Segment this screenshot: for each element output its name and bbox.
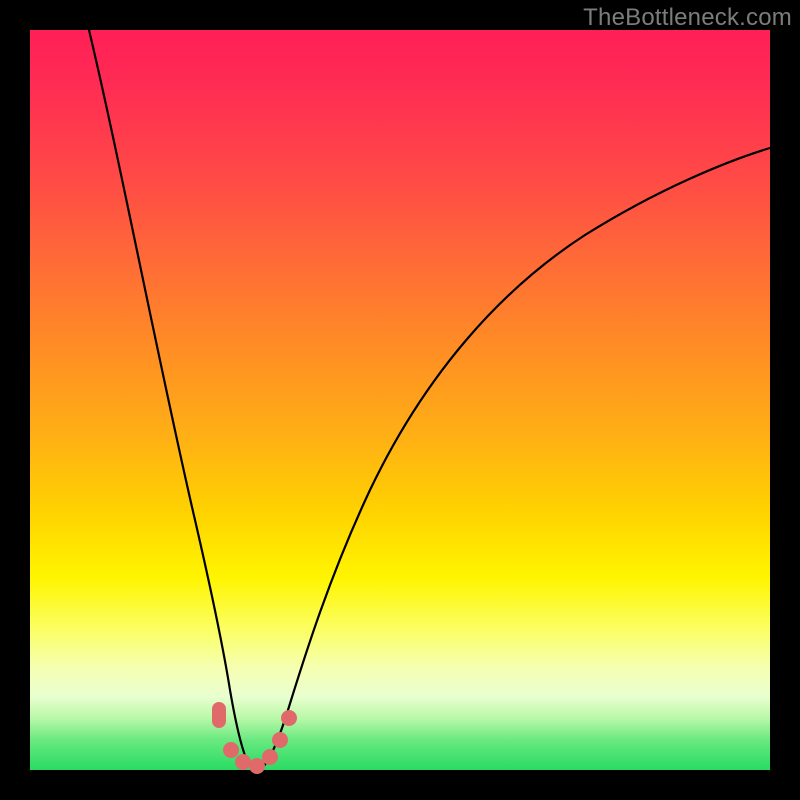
- data-marker: [262, 749, 278, 765]
- data-marker: [249, 758, 265, 774]
- curve-right-branch: [262, 148, 770, 768]
- chart-frame: TheBottleneck.com: [0, 0, 800, 800]
- data-marker: [272, 732, 288, 748]
- curve-layer: [30, 30, 770, 770]
- data-marker: [235, 754, 251, 770]
- curve-left-branch: [89, 30, 248, 763]
- plot-area: [30, 30, 770, 770]
- watermark-text: TheBottleneck.com: [583, 4, 792, 32]
- data-marker: [212, 702, 226, 728]
- data-marker: [223, 742, 239, 758]
- data-marker: [281, 710, 297, 726]
